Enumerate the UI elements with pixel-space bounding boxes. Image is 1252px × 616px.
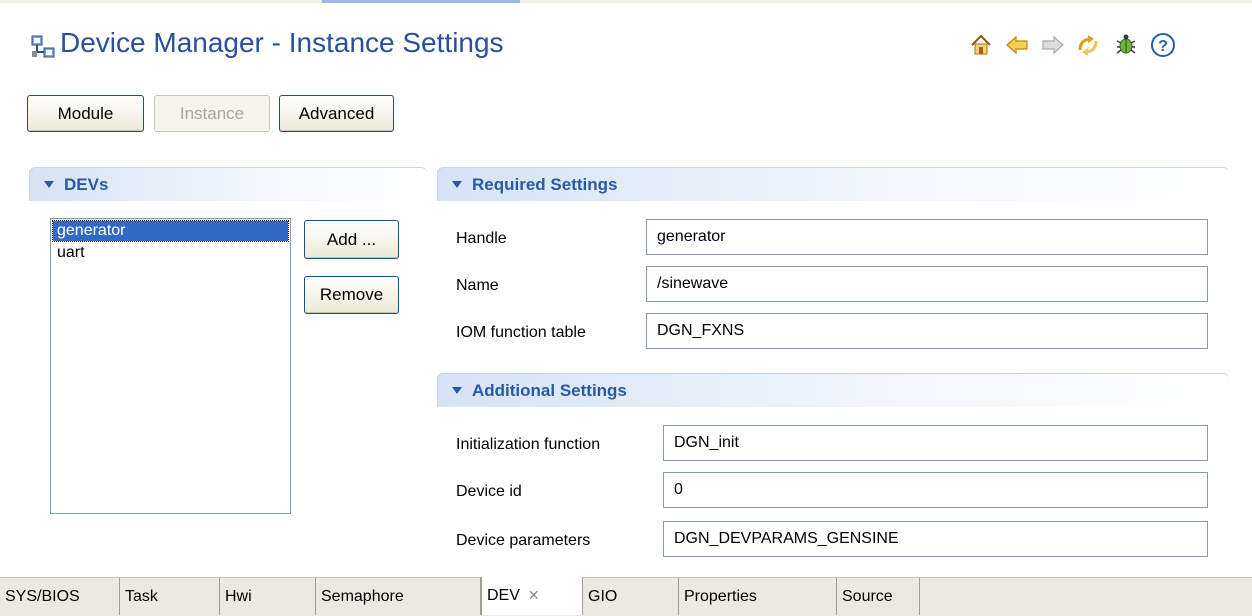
iom-function-table-field[interactable]: DGN_FXNS (646, 313, 1208, 349)
advanced-button[interactable]: Advanced (279, 95, 394, 132)
list-item[interactable]: generator (52, 220, 289, 242)
device-id-field[interactable]: 0 (663, 472, 1208, 508)
remove-button[interactable]: Remove (304, 276, 399, 314)
refresh-icon[interactable] (1075, 32, 1101, 58)
name-label: Name (456, 277, 499, 294)
page-title: Device Manager - Instance Settings (60, 27, 504, 58)
tab-source[interactable]: Source (837, 578, 920, 615)
handle-label: Handle (456, 230, 507, 247)
add-button[interactable]: Add ... (304, 220, 399, 259)
device-parameters-label: Device parameters (456, 532, 591, 549)
devs-section-title: DEVs (64, 174, 109, 194)
list-item[interactable]: uart (53, 243, 288, 263)
tab-hwi[interactable]: Hwi (220, 578, 316, 615)
tab-sys-bios[interactable]: SYS/BIOS (0, 578, 120, 615)
bug-icon[interactable] (1113, 32, 1139, 58)
close-icon[interactable]: ✕ (528, 577, 540, 614)
additional-settings-title: Additional Settings (472, 380, 627, 400)
device-parameters-field[interactable]: DGN_DEVPARAMS_GENSINE (663, 521, 1208, 557)
tab-gio[interactable]: GIO (583, 578, 679, 615)
tab-task[interactable]: Task (120, 578, 220, 615)
collapse-triangle-icon (452, 387, 462, 394)
iom-function-table-label: IOM function table (456, 324, 586, 341)
required-settings-header[interactable]: Required Settings (437, 167, 1229, 201)
top-edge (0, 0, 1252, 3)
tab-semaphore[interactable]: Semaphore (316, 578, 481, 615)
init-function-field[interactable]: DGN_init (663, 425, 1208, 461)
collapse-triangle-icon (452, 181, 462, 188)
handle-field[interactable]: generator (646, 219, 1208, 255)
home-icon[interactable] (968, 32, 994, 58)
devs-section-header[interactable]: DEVs (29, 167, 427, 201)
device-manager-icon (31, 35, 55, 58)
tab-dev[interactable]: DEV ✕ (481, 577, 583, 615)
required-settings-title: Required Settings (472, 174, 618, 194)
additional-settings-header[interactable]: Additional Settings (437, 373, 1229, 407)
editor-tab-bar: SYS/BIOS Task Hwi Semaphore DEV ✕ GIO Pro… (0, 577, 1252, 616)
help-icon[interactable]: ? (1150, 32, 1176, 58)
forward-arrow-icon[interactable] (1040, 32, 1066, 58)
tab-dev-label: DEV (487, 587, 520, 604)
module-button[interactable]: Module (27, 95, 144, 132)
name-field[interactable]: /sinewave (646, 266, 1208, 302)
init-function-label: Initialization function (456, 436, 601, 453)
collapse-triangle-icon (44, 181, 54, 188)
tab-properties[interactable]: Properties (679, 578, 837, 615)
svg-text:?: ? (1158, 38, 1168, 55)
device-id-label: Device id (456, 483, 522, 500)
back-arrow-icon[interactable] (1004, 32, 1030, 58)
devs-list[interactable]: generator uart (50, 218, 291, 514)
instance-button[interactable]: Instance (154, 95, 270, 132)
